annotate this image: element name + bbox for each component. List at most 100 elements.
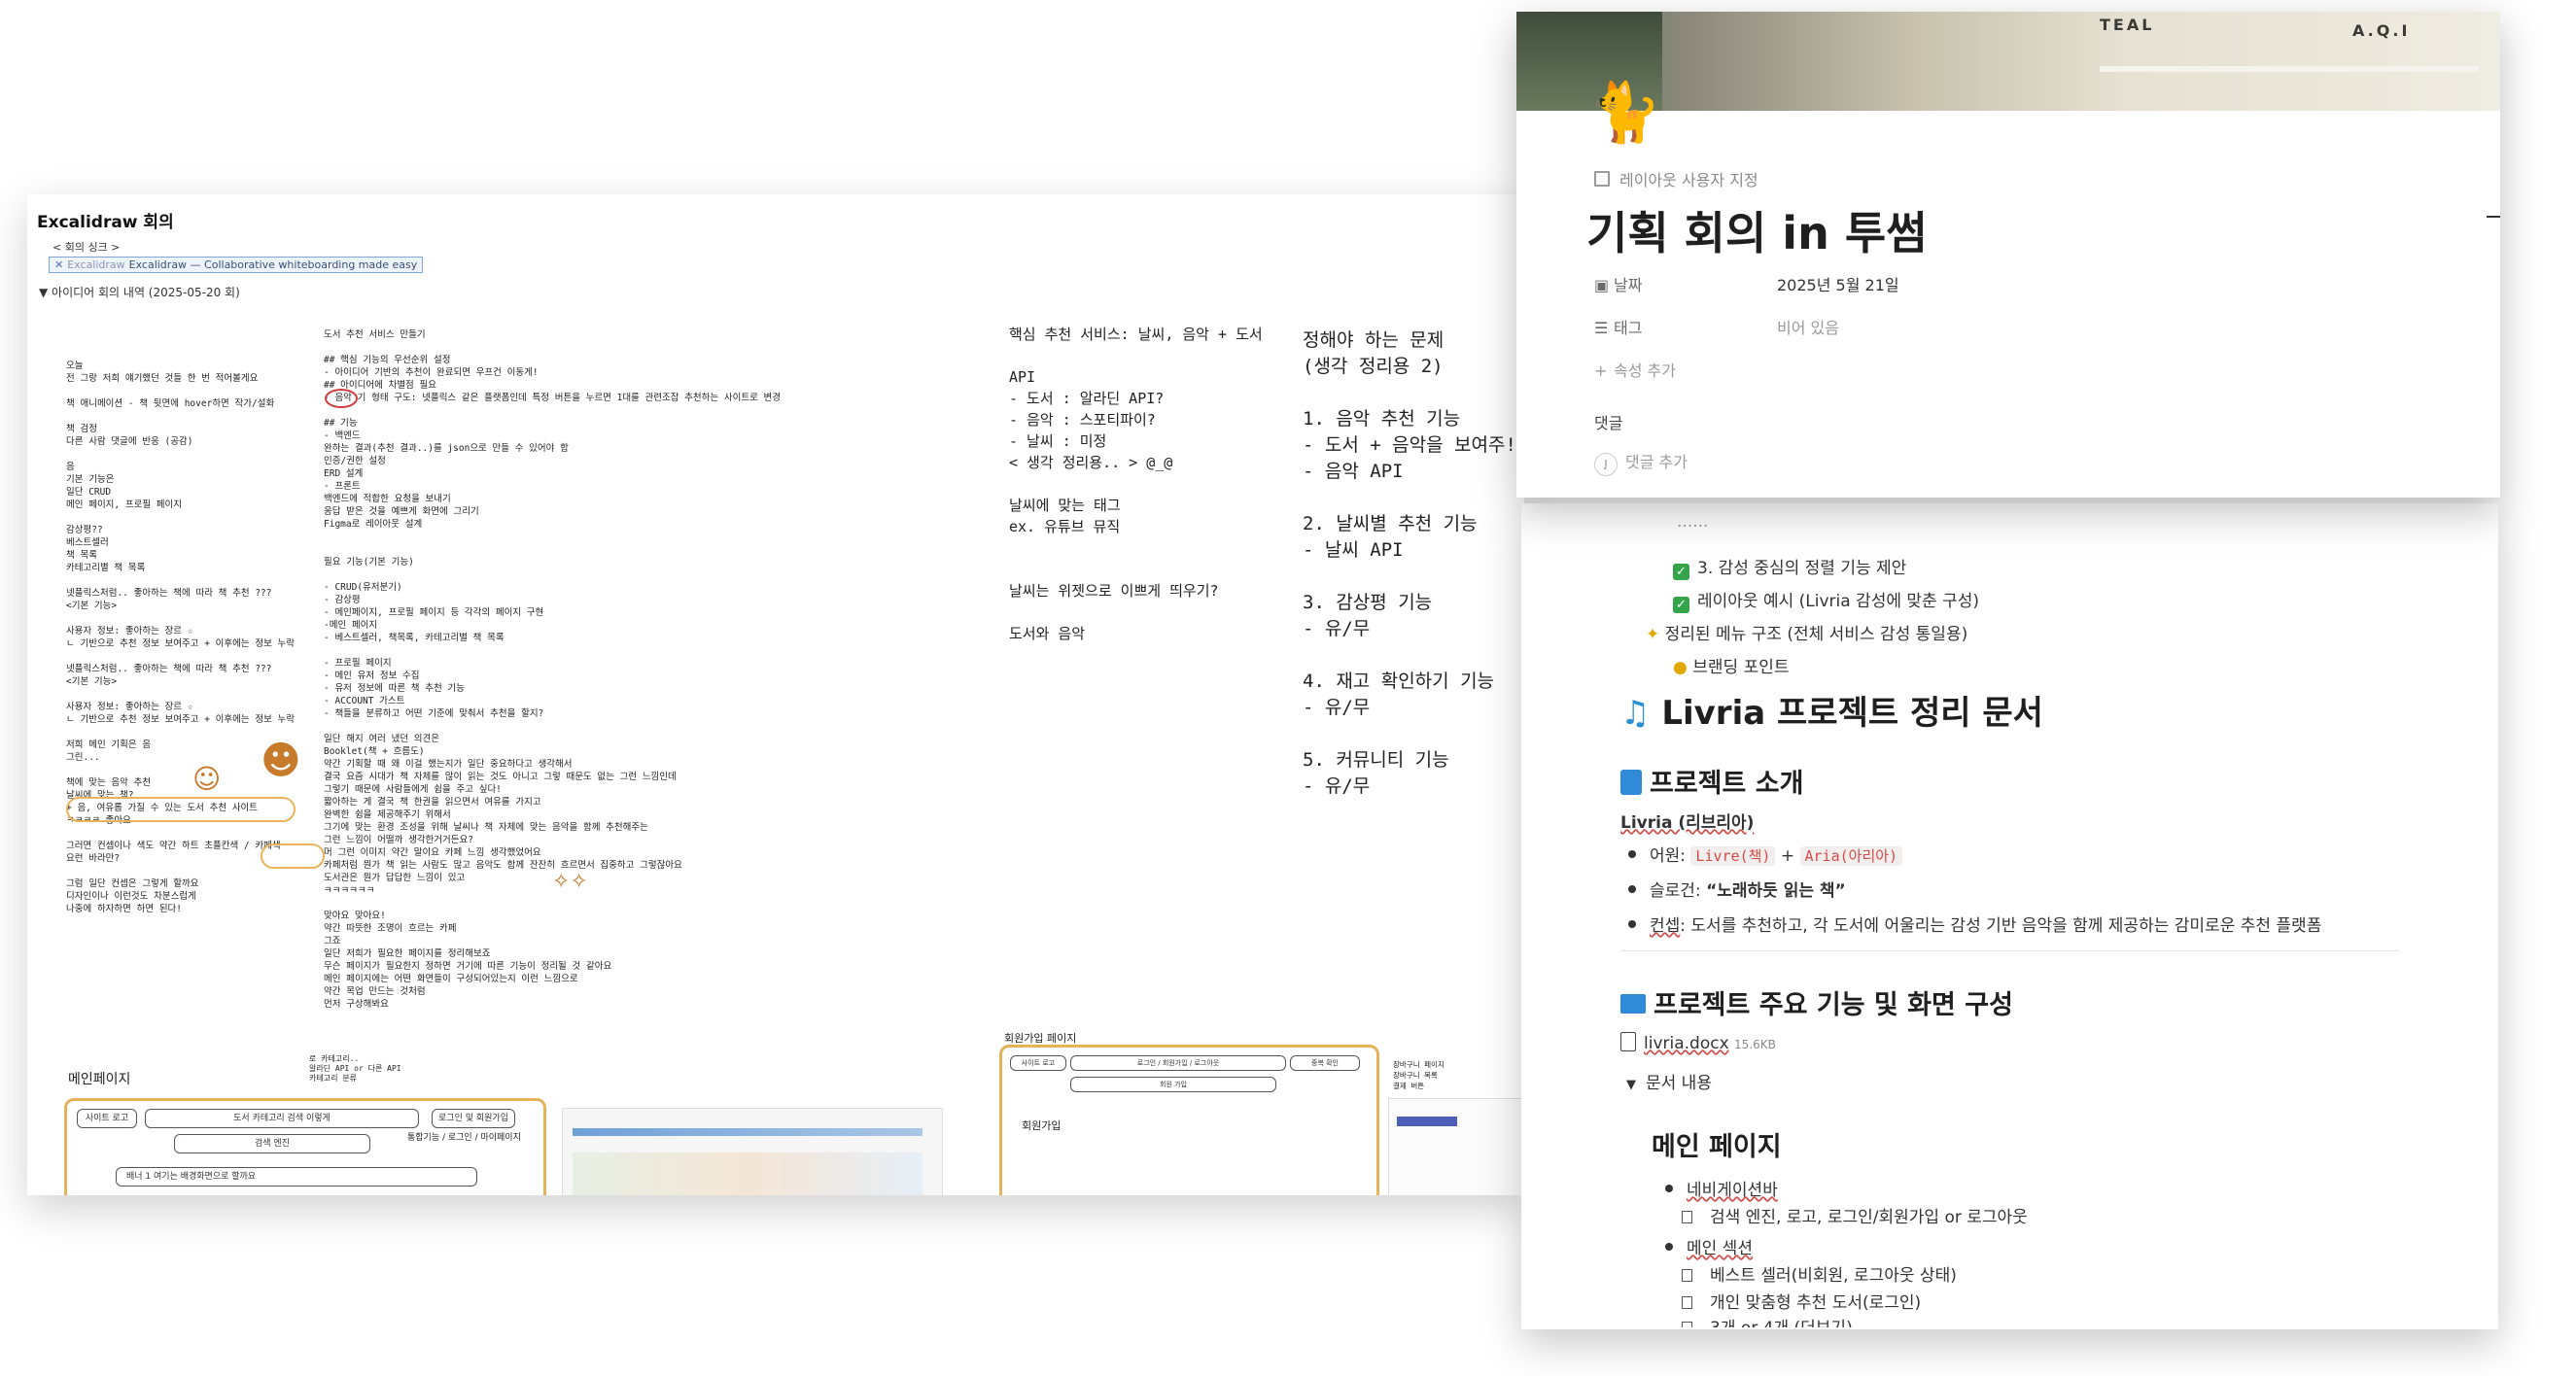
checkbox-checked-icon[interactable]: ✓ xyxy=(1673,597,1689,613)
cover-shelf xyxy=(2100,66,2479,72)
concept-label: 컨셉 xyxy=(1650,916,1681,936)
doc-content-toggle[interactable]: ▼ 문서 내용 xyxy=(1626,1069,1712,1093)
wire-signup-button[interactable]: 회원 가입 xyxy=(1070,1077,1276,1092)
doc-title-text: Livria 프로젝트 정리 문서 xyxy=(1661,694,2043,733)
square-bullet-icon xyxy=(1682,1269,1692,1282)
excalidraw-link[interactable]: ✕ Excalidraw Excalidraw — Collaborative wh… xyxy=(49,257,424,273)
menu-structure-item[interactable]: ✦ 정리된 메뉴 구조 (전체 서비스 감성 통일용) xyxy=(1646,620,1967,644)
resize-handle[interactable] xyxy=(2487,216,2500,218)
prop-tags-label[interactable]: ☰ 태그 xyxy=(1594,315,1642,338)
add-comment-placeholder: 댓글 추가 xyxy=(1625,453,1688,471)
toggle-triangle-icon[interactable]: ▼ xyxy=(1626,1078,1636,1092)
square-bullet-icon xyxy=(1682,1322,1692,1327)
menu-structure-text: 정리된 메뉴 구조 (전체 서비스 감성 통일용) xyxy=(1664,625,1968,644)
pasted-site-screenshot[interactable] xyxy=(562,1108,943,1195)
prop-date-value[interactable]: 2025년 5월 21일 xyxy=(1777,272,1899,295)
square-bullet-icon xyxy=(1682,1211,1692,1223)
etym-label: 어원: xyxy=(1650,846,1687,866)
etym-code-1: Livre(책) xyxy=(1690,846,1776,866)
slogan-value: “노래하듯 읽는 책” xyxy=(1706,881,1846,901)
wireframe-cart-note[interactable]: 장바구니 페이지 장바구니 목록 결제 버튼 xyxy=(1393,1059,1519,1091)
brand-name-text: Livria (리브리아) xyxy=(1620,813,1755,833)
file-icon xyxy=(1620,1032,1636,1051)
etym-code-2: Aria(아리아) xyxy=(1799,846,1903,866)
wire-login-box[interactable]: 로그인 및 회원가입 xyxy=(432,1109,515,1128)
file-attachment[interactable]: livria.docx 15.6KB xyxy=(1620,1032,1776,1053)
wire-logo-box[interactable]: 사이트 로고 xyxy=(77,1109,137,1128)
divider xyxy=(1620,950,2398,951)
notion-page-window: TEAL A.Q.I 🐈 레이아웃 사용자 지정 기획 회의 in 투썸 ▣ 날짜… xyxy=(1516,12,2500,498)
bullet-slogan: 슬로건: “노래하듯 읽는 책” xyxy=(1628,877,1846,901)
wire-search-box[interactable]: 도서 카테고리 검색 이렇게 xyxy=(145,1109,419,1128)
black-cat-icon[interactable]: 🐈 xyxy=(1588,84,1661,142)
avatar: J xyxy=(1594,453,1618,476)
prop-date-label[interactable]: ▣ 날짜 xyxy=(1594,272,1642,295)
checklist-text: 레이아웃 예시 (Livria 감성에 맞춘 구성) xyxy=(1697,592,1979,611)
wire-banner[interactable]: 배너 1 여기는 배경화면으로 할까요 xyxy=(116,1167,477,1187)
sub-item: 베스트 셀러(비회원, 로그아웃 상태) xyxy=(1682,1261,1957,1286)
cart-blue-button xyxy=(1397,1117,1457,1126)
doodle-sparkle-icon[interactable]: ✧✧ xyxy=(552,870,588,894)
bullet-label: 메인 섹션 xyxy=(1687,1239,1753,1258)
checkbox-checked-icon[interactable]: ✓ xyxy=(1673,564,1689,580)
canvas-note-col1[interactable]: 오늘 전 그랑 저희 얘기했던 것들 한 번 적어볼게요 책 애니메이션 - 책… xyxy=(66,360,358,915)
screenshot-banner xyxy=(573,1152,922,1195)
doodle-face-icon[interactable]: ☺ xyxy=(192,763,221,795)
slogan-label: 슬로건: xyxy=(1650,881,1701,901)
doodle-face-icon[interactable]: ☻ xyxy=(261,739,301,783)
wireframe-signup-title[interactable]: 회원가입 페이지 xyxy=(1004,1030,1076,1046)
file-name[interactable]: livria.docx xyxy=(1644,1034,1729,1053)
bullet-label: 네비게이션바 xyxy=(1687,1181,1778,1200)
wire-search-button[interactable]: 검색 엔진 xyxy=(174,1134,370,1153)
red-circle-shape[interactable] xyxy=(325,389,358,408)
add-comment-input[interactable]: J 댓글 추가 xyxy=(1594,449,1688,476)
bullet-navbar: 네비게이션바 xyxy=(1665,1176,1778,1200)
comments-label: 댓글 xyxy=(1594,414,1623,432)
toggle-label: 아이디어 회의 내역 (2025-05-20 회) xyxy=(52,286,240,299)
customize-layout[interactable]: 레이아웃 사용자 지정 xyxy=(1594,167,1758,190)
highlight-shape[interactable] xyxy=(66,797,296,822)
checklist-item[interactable]: ✓ 레이아웃 예시 (Livria 감성에 맞춘 구성) xyxy=(1673,587,1979,613)
page-cover-image[interactable]: TEAL A.Q.I xyxy=(1516,12,2500,111)
bullet-dot xyxy=(1628,850,1636,858)
canvas-note-col3[interactable]: 핵심 추천 서비스: 날씨, 음악 + 도서 API - 도서 : 알라딘 AP… xyxy=(1009,324,1291,644)
idea-meeting-toggle[interactable]: ▼ 아이디어 회의 내역 (2025-05-20 회) xyxy=(39,284,240,300)
highlight-shape[interactable] xyxy=(261,843,325,869)
cart-screenshot[interactable] xyxy=(1388,1098,1524,1195)
prop-tags-value[interactable]: 비어 있음 xyxy=(1777,315,1839,338)
music-note-icon: ♫ xyxy=(1620,694,1662,733)
main-page-heading: 메인 페이지 xyxy=(1652,1132,1782,1162)
folder-icon xyxy=(1620,994,1646,1014)
layout-grid-icon xyxy=(1594,171,1610,187)
branding-text: 브랜딩 포인트 xyxy=(1692,658,1790,677)
wire-signup-label: 회원가입 xyxy=(1022,1119,1062,1132)
bullet-concept: 컨셉: 도서를 추천하고, 각 도서에 어울리는 감성 기반 음악을 함께 제공… xyxy=(1628,912,2321,936)
checklist-item[interactable]: ✓ 3. 감성 중심의 정렬 기능 제안 xyxy=(1673,554,1906,580)
page-title-text[interactable]: 기획 회의 in 투썸 xyxy=(1586,207,1927,259)
branding-item[interactable]: ● 브랜딩 포인트 xyxy=(1673,653,1790,677)
excalidraw-x-icon: ✕ xyxy=(54,258,64,271)
partial-hidden-row: ······ xyxy=(1677,517,1709,536)
sparkles-icon: ✦ xyxy=(1646,625,1665,644)
sub-item: 3개 or 4개 (더보기) xyxy=(1682,1314,1853,1327)
page-title[interactable]: 기획 회의 in 투썸 xyxy=(1586,198,1927,262)
bullet-main-section: 메인 섹션 xyxy=(1665,1234,1753,1258)
wireframe-main-label[interactable]: 메인페이지 xyxy=(68,1069,130,1088)
sub-item-text: 검색 엔진, 로고, 로그인/회원가입 or 로그아웃 xyxy=(1710,1208,2028,1227)
wireframe-signup-page[interactable]: 사이트 로고 로그인 / 회원가입 / 로그아웃 중복 확인 회원 가입 회원가… xyxy=(999,1045,1379,1195)
canvas-note-col2[interactable]: 도서 추천 서비스 만들기 ## 핵심 기능의 우선순위 설정 - 아이디어 기… xyxy=(324,328,810,1011)
wire-signup-logo[interactable]: 사이트 로고 xyxy=(1010,1055,1066,1071)
brand-name: Livria (리브리아) xyxy=(1620,808,1754,833)
wire-signup-check[interactable]: 중복 확인 xyxy=(1290,1055,1360,1071)
screenshot-nav-bar xyxy=(573,1128,922,1136)
calendar-icon: ▣ xyxy=(1594,276,1610,294)
wireframe-callout[interactable]: 로 카테고리.. 알라딘 API or 다른 API 카테고리 분류 xyxy=(309,1054,504,1084)
canvas-note-col4[interactable]: 정해야 하는 문제 (생각 정리용 2) 1. 음악 추천 기능 - 도서 + … xyxy=(1303,327,1524,800)
sub-item-text: 개인 맞춤형 추천 도서(로그인) xyxy=(1710,1293,1922,1313)
prop-label: 태그 xyxy=(1614,319,1643,337)
excalidraw-window: Excalidraw 회의 < 회의 싱크 > ✕ Excalidraw Excal… xyxy=(27,194,1524,1195)
wireframe-main-page[interactable]: 사이트 로고 도서 카테고리 검색 이렇게 로그인 및 회원가입 통합기능 / … xyxy=(64,1098,546,1195)
layout-note-text: 레이아웃 사용자 지정 xyxy=(1619,171,1758,189)
wire-signup-nav[interactable]: 로그인 / 회원가입 / 로그아웃 xyxy=(1070,1055,1286,1071)
add-property-button[interactable]: + 속성 추가 xyxy=(1594,358,1676,381)
